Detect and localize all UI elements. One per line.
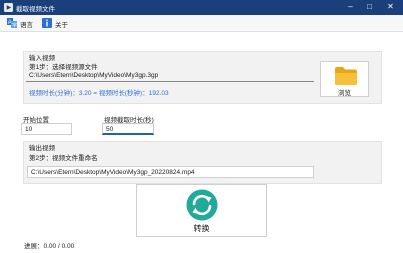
close-button[interactable]: ✕	[383, 0, 398, 15]
maximize-button[interactable]: □	[362, 0, 377, 15]
progress-text: 进展：0.00 / 0.00	[24, 243, 75, 250]
language-menu[interactable]: A 字 语言	[7, 17, 37, 29]
convert-icon	[186, 189, 218, 221]
step2-label: 第2步：视频文件重命名	[29, 155, 98, 162]
browse-label: 浏览	[338, 90, 351, 97]
folder-icon	[335, 67, 357, 85]
start-position-input[interactable]: 10	[21, 123, 72, 135]
clip-length-input[interactable]: 50	[102, 123, 154, 135]
toolbar: A 字 语言 关于	[0, 15, 403, 32]
window-title: 截取视频文件	[16, 6, 55, 13]
minimize-button[interactable]: –	[343, 0, 358, 15]
app-icon	[4, 3, 13, 12]
convert-label: 转换	[193, 224, 210, 233]
info-icon	[42, 18, 52, 28]
convert-button[interactable]: 转换	[136, 184, 267, 237]
about-label: 关于	[55, 22, 68, 29]
title-bar: 截取视频文件 – □ ✕	[0, 0, 403, 15]
source-path-field[interactable]: C:\Users\Etern\Desktop\MyVideo\My3gp.3gp	[26, 70, 314, 82]
svg-text:字: 字	[12, 22, 17, 28]
output-group-title: 输出视频	[29, 145, 55, 152]
language-icon: A 字	[7, 18, 17, 28]
duration-info: 视频时长(分钟)：3.20 = 视频时长(秒钟)：192.03	[29, 90, 169, 97]
about-menu[interactable]: 关于	[42, 17, 72, 29]
output-path-field[interactable]: C:\Users\Etern\Desktop\MyVideo\My3gp_202…	[27, 166, 314, 178]
language-label: 语言	[20, 22, 33, 29]
browse-button[interactable]: 浏览	[320, 61, 369, 97]
